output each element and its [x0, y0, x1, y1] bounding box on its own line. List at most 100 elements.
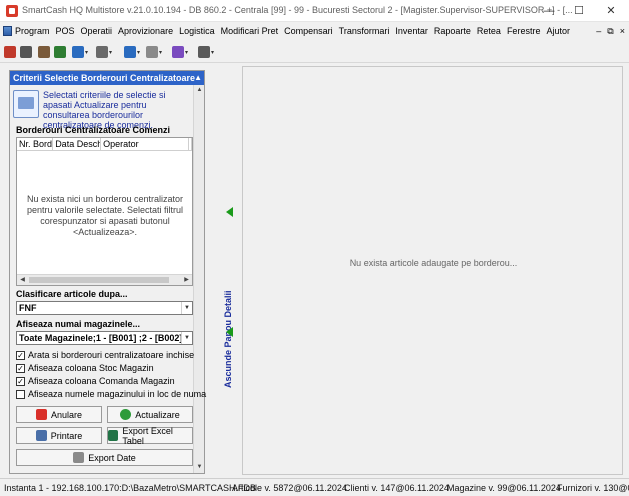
checkbox-label: Afiseaza coloana Comanda Magazin [28, 376, 175, 386]
toolbar-button-tools[interactable]: ▾ [146, 45, 162, 59]
scroll-down-icon[interactable]: ▼ [194, 462, 205, 473]
toolbar-button-settings[interactable]: ▾ [172, 45, 188, 59]
mdi-close-button[interactable]: × [620, 26, 625, 37]
status-magazine: Magazine v. 99@06.11.2024 [447, 483, 561, 493]
checkbox-box[interactable]: ✓ [16, 363, 25, 373]
menu-item-compensari[interactable]: Compensari [281, 26, 336, 36]
hide-details-label[interactable]: Ascunde Panou Detalii [223, 290, 237, 388]
menu-item-retea[interactable]: Retea [474, 26, 504, 36]
magazine-label: Afiseaza numai magazinele... [16, 319, 141, 329]
settings-icon [172, 46, 184, 58]
scroll-right-icon[interactable]: ▶ [181, 275, 192, 286]
dropdown-arrow-icon[interactable]: ▾ [85, 49, 88, 56]
checkbox-comanda[interactable]: ✓ Afiseaza coloana Comanda Magazin [16, 375, 175, 387]
anulare-button[interactable]: Anulare [16, 406, 102, 423]
checkbox-label: Afiseaza coloana Stoc Magazin [28, 363, 154, 373]
clasificare-select[interactable]: FNF ▼ [16, 301, 193, 315]
checkbox-nume-magazin[interactable]: Afiseaza numele magazinului in loc de nu… [16, 388, 206, 400]
menu-item-aprovizionare[interactable]: Aprovizionare [115, 26, 176, 36]
mdi-restore-button[interactable]: ⧉ [607, 26, 613, 37]
menu-item-operatii[interactable]: Operatii [78, 26, 116, 36]
menu-item-pos[interactable]: POS [53, 26, 78, 36]
grid-header: Nr. Borde Data Deschi Operator I [17, 138, 192, 151]
grid-hscrollbar[interactable]: ◀ ▶ [17, 274, 192, 285]
cash-register-icon [4, 46, 16, 58]
cancel-icon [35, 409, 47, 420]
status-furnizori: Furnizori v. 130@0 [557, 483, 629, 493]
collapse-left-icon[interactable] [226, 327, 233, 337]
menu-item-transformari[interactable]: Transformari [336, 26, 393, 36]
checkbox-box[interactable] [16, 389, 25, 399]
column-header[interactable]: I [189, 138, 192, 150]
panel-header: Criterii Selectie Borderouri Centralizat… [10, 71, 204, 85]
export-date-button[interactable]: Export Date [16, 449, 193, 466]
magazine-value: Toate Magazinele;1 - [B001] ;2 - [B002] [19, 333, 183, 343]
menu-item-program[interactable]: Program [12, 26, 53, 36]
menu-item-inventar[interactable]: Inventar [392, 26, 431, 36]
toolbar-button-pos[interactable] [20, 45, 32, 59]
checkbox-inchise[interactable]: ✓ Arata si borderouri centralizatoare in… [16, 349, 194, 361]
info-text: Selectati criteriile de selectie si apas… [43, 90, 166, 130]
dropdown-arrow-icon[interactable]: ▾ [109, 49, 112, 56]
clasificare-label: Clasificare articole dupa... [16, 289, 128, 299]
collapse-left-icon[interactable] [226, 207, 233, 217]
magazine-select[interactable]: Toate Magazinele;1 - [B001] ;2 - [B002] … [16, 331, 193, 345]
checkbox-box[interactable]: ✓ [16, 350, 25, 360]
checkbox-label: Afiseaza numele magazinului in loc de nu… [28, 389, 207, 399]
details-panel: Nu exista articole adaugate pe borderou.… [242, 66, 623, 475]
collapse-arrow-icon[interactable]: ▲ [194, 71, 202, 85]
button-label: Export Excel Tabel [122, 425, 173, 446]
system-menu-icon[interactable] [3, 26, 12, 36]
toolbar-button-warehouse[interactable] [38, 45, 50, 59]
button-label: Printare [50, 430, 83, 441]
button-label: Actualizare [135, 409, 180, 420]
minimize-button[interactable]: — [533, 0, 565, 22]
menu-item-ajutor[interactable]: Ajutor [543, 26, 573, 36]
calculator-icon [13, 90, 39, 118]
toolbar-button-document[interactable]: ▾ [96, 45, 112, 59]
details-empty-message: Nu exista articole adaugate pe borderou.… [349, 258, 518, 268]
status-instance: Instanta 1 - 192.168.100.170:D:\BazaMetr… [4, 483, 256, 493]
panel-title: Criterii Selectie Borderouri Centralizat… [13, 73, 196, 83]
borderouri-grid[interactable]: Nr. Borde Data Deschi Operator I Nu exis… [16, 137, 193, 286]
toolbar-button-window[interactable]: ▾ [198, 45, 214, 59]
chevron-down-icon[interactable]: ▼ [181, 302, 192, 314]
mdi-window-controls: – ⧉ × [596, 26, 625, 37]
clasificare-value: FNF [19, 303, 37, 313]
dropdown-arrow-icon[interactable]: ▾ [159, 49, 162, 56]
grid-title: Borderouri Centralizatoare Comenzi [16, 125, 171, 135]
checkbox-label: Arata si borderouri centralizatoare inch… [28, 350, 195, 360]
column-header[interactable]: Data Deschi [53, 138, 102, 150]
toolbar-button-users[interactable] [54, 45, 66, 59]
toolbar-button-cash-register[interactable] [4, 45, 16, 59]
panel-scrollbar[interactable]: ▲ ▼ [193, 85, 204, 473]
actualizare-button[interactable]: Actualizare [107, 406, 193, 423]
chevron-down-icon[interactable]: ▼ [181, 332, 192, 344]
column-header[interactable]: Operator [101, 138, 189, 150]
export-excel-button[interactable]: Export Excel Tabel [107, 425, 193, 446]
menu-item-ferestre[interactable]: Ferestre [504, 26, 544, 36]
scroll-up-icon[interactable]: ▲ [194, 85, 205, 96]
scroll-thumb[interactable] [29, 277, 169, 283]
dropdown-arrow-icon[interactable]: ▾ [211, 49, 214, 56]
close-button[interactable]: ✕ [595, 0, 627, 22]
menu-item-logistica[interactable]: Logistica [176, 26, 218, 36]
checkbox-box[interactable]: ✓ [16, 376, 25, 386]
checkbox-stoc[interactable]: ✓ Afiseaza coloana Stoc Magazin [16, 362, 154, 374]
dropdown-arrow-icon[interactable]: ▾ [137, 49, 140, 56]
info-box: Selectati criteriile de selectie si apas… [13, 88, 193, 130]
toolbar-button-transfer[interactable]: ▾ [72, 45, 88, 59]
warehouse-icon [38, 46, 50, 58]
pos-icon [20, 46, 32, 58]
printare-button[interactable]: Printare [16, 427, 102, 444]
maximize-button[interactable]: ☐ [563, 0, 595, 22]
column-header[interactable]: Nr. Borde [17, 138, 54, 150]
dropdown-arrow-icon[interactable]: ▾ [185, 49, 188, 56]
mdi-minimize-button[interactable]: – [596, 26, 601, 37]
menu-item-rapoarte[interactable]: Rapoarte [431, 26, 474, 36]
refresh-icon [120, 409, 132, 420]
details-splitter[interactable]: Ascunde Panou Detalii [222, 70, 238, 474]
scroll-left-icon[interactable]: ◀ [17, 275, 28, 286]
menu-item-modificari-pret[interactable]: Modificari Pret [218, 26, 282, 36]
toolbar-button-reports[interactable]: ▾ [124, 45, 140, 59]
